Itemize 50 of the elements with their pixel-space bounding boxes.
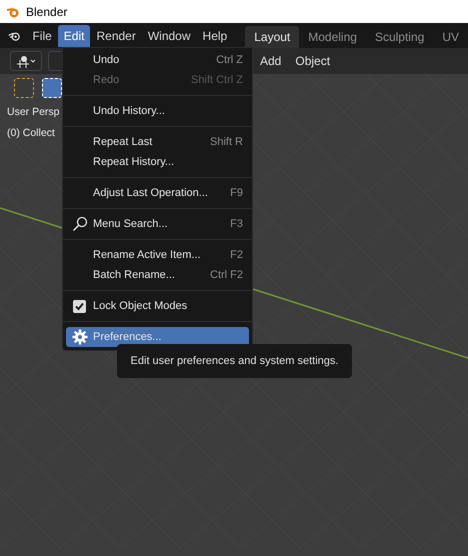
shortcut-label: Ctrl Z [216, 52, 243, 68]
menu-item-label: Batch Rename... [93, 268, 176, 283]
menu-item-label: Repeat History... [93, 154, 176, 170]
shortcut-label: Shift R [210, 134, 243, 150]
menu-item-label: Repeat Last [93, 134, 154, 150]
shortcut-label: F2 [230, 248, 243, 263]
tooltip: Edit user preferences and system settings. [117, 344, 352, 378]
menu-item-label: Menu Search... [93, 216, 169, 232]
menu-item[interactable]: Lock Object Modes [66, 296, 249, 316]
menu-button[interactable]: Window [142, 24, 197, 46]
menu-item-label: Rename Active Item... [93, 248, 202, 263]
menu-button[interactable]: Render [90, 24, 142, 46]
workspace-tab[interactable]: Sculpting [366, 26, 434, 48]
menu-item-label: Undo History... [93, 104, 166, 119]
object-icon [15, 54, 37, 68]
menu-item[interactable]: Rename Active Item... F2 [66, 245, 249, 265]
menu-item-label: Redo [93, 72, 120, 88]
menu-button[interactable]: Help [196, 24, 234, 46]
menu-item[interactable]: Undo Ctrl Z [66, 50, 249, 70]
header-menu[interactable]: Add [260, 52, 282, 70]
tweak-tool-button[interactable] [14, 78, 34, 98]
select-box-button[interactable] [42, 78, 62, 98]
menu-item[interactable]: Undo History... [66, 101, 249, 121]
menu-item[interactable]: Batch Rename... Ctrl F2 [66, 265, 249, 285]
shortcut-label: F3 [230, 216, 243, 232]
header-menu[interactable]: Object [295, 52, 330, 70]
menu-item-label: Lock Object Modes [93, 298, 188, 314]
menu-item[interactable]: Repeat Last Shift R [66, 132, 249, 152]
window-title: Blender [26, 4, 68, 20]
menu-button[interactable]: File [26, 24, 58, 46]
workspace-tab[interactable]: Layout [245, 26, 300, 48]
editor-type-button[interactable] [10, 51, 42, 71]
menu-item[interactable]: Adjust Last Operation... F9 [66, 183, 249, 203]
app-logo-icon [6, 6, 20, 18]
workspace-tab[interactable]: Modeling [299, 26, 366, 48]
shortcut-label: F9 [230, 186, 243, 201]
viewport-info-text: User Persp [7, 105, 60, 120]
menu-item[interactable]: Repeat History... [66, 152, 249, 172]
menu-button[interactable]: Edit [58, 24, 90, 46]
shortcut-label: Ctrl F2 [210, 268, 243, 283]
viewport-info-text: (0) Collect [7, 126, 55, 141]
gear-icon [72, 329, 88, 345]
shortcut-label: Shift Ctrl Z [191, 72, 243, 88]
workspace-tab[interactable]: UV [433, 26, 468, 48]
menu-item-label: Undo [93, 52, 120, 68]
search-icon [72, 216, 88, 232]
checkbox[interactable] [73, 300, 86, 312]
menu-item[interactable]: Menu Search... F3 [66, 214, 249, 234]
menu-item-label: Adjust Last Operation... [93, 186, 209, 201]
menu-item-label: Preferences... [93, 330, 162, 345]
